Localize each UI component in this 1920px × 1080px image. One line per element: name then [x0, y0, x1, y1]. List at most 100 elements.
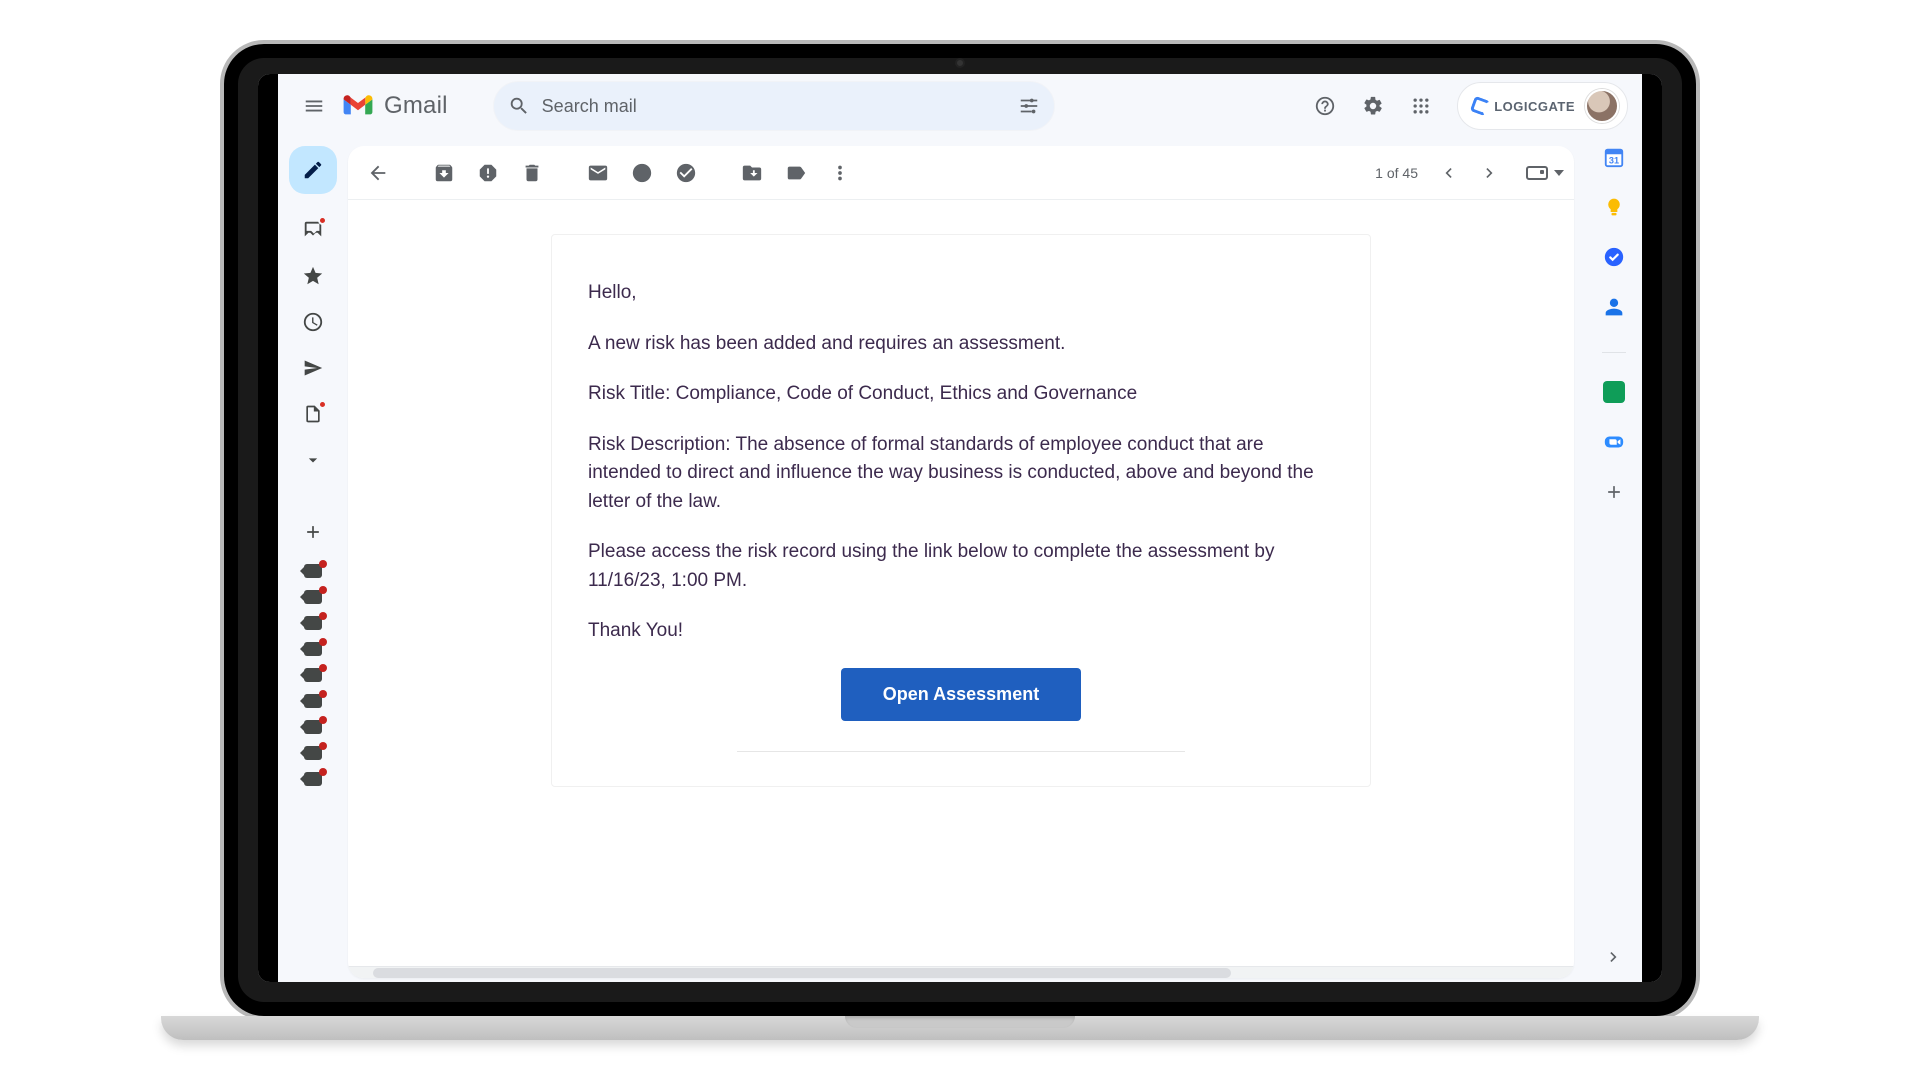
brand-chip-label: LOGICGATE	[1494, 99, 1575, 114]
main-column: 1 of 45	[348, 138, 1586, 982]
nav-label-item[interactable]	[293, 714, 333, 740]
open-assessment-button[interactable]: Open Assessment	[841, 668, 1081, 721]
nav-label-item[interactable]	[293, 688, 333, 714]
gmail-header: Gmail	[278, 74, 1642, 138]
email-body-card: Hello, A new risk has been added and req…	[551, 234, 1371, 787]
gmail-wordmark: Gmail	[384, 92, 448, 120]
unread-dot-icon	[319, 716, 327, 724]
settings-button[interactable]	[1351, 84, 1395, 128]
search-bar[interactable]	[494, 82, 1054, 130]
gmail-logo[interactable]: Gmail	[342, 92, 448, 120]
email-greeting: Hello,	[588, 279, 1334, 308]
side-calendar[interactable]: 31	[1603, 146, 1625, 168]
nav-label-item[interactable]	[293, 740, 333, 766]
email-risk-description: Risk Description: The absence of formal …	[588, 431, 1334, 517]
side-get-addons[interactable]	[1603, 481, 1625, 503]
unread-dot-icon	[318, 216, 327, 225]
apps-grid-icon	[1411, 96, 1431, 116]
nav-snoozed[interactable]	[293, 302, 333, 342]
back-button[interactable]	[358, 153, 398, 193]
side-collapse-button[interactable]	[1603, 946, 1625, 968]
delete-button[interactable]	[512, 153, 552, 193]
arrow-back-icon	[367, 162, 389, 184]
side-addon-1[interactable]	[1603, 381, 1625, 403]
plus-icon	[1604, 482, 1624, 502]
chevron-down-icon	[303, 450, 323, 470]
more-vert-icon	[829, 162, 851, 184]
nav-more-toggle[interactable]	[293, 440, 333, 480]
plus-icon	[303, 522, 323, 542]
camera-dot	[955, 58, 965, 68]
chevron-left-icon	[1438, 163, 1458, 183]
side-panel: 31	[1586, 138, 1642, 982]
trash-icon	[521, 162, 543, 184]
clock-icon	[302, 311, 324, 333]
hamburger-icon	[303, 95, 325, 117]
archive-button[interactable]	[424, 153, 464, 193]
pencil-icon	[302, 159, 324, 181]
nav-starred[interactable]	[293, 256, 333, 296]
main-menu-button[interactable]	[292, 84, 336, 128]
label-icon	[785, 162, 807, 184]
side-divider	[1602, 352, 1626, 353]
unread-dot-icon	[319, 560, 327, 568]
labels-button[interactable]	[776, 153, 816, 193]
support-button[interactable]	[1303, 84, 1347, 128]
calendar-icon: 31	[1603, 146, 1625, 168]
mark-unread-button[interactable]	[578, 153, 618, 193]
clock-icon	[631, 162, 653, 184]
labels-section	[293, 558, 333, 792]
archive-icon	[433, 162, 455, 184]
report-spam-button[interactable]	[468, 153, 508, 193]
nav-sent[interactable]	[293, 348, 333, 388]
input-tools-button[interactable]	[1526, 166, 1564, 180]
search-input[interactable]	[542, 96, 1006, 117]
side-tasks[interactable]	[1603, 246, 1625, 268]
tasks-icon	[1603, 246, 1625, 268]
unread-dot-icon	[319, 768, 327, 776]
unread-dot-icon	[319, 690, 327, 698]
nav-label-item[interactable]	[293, 636, 333, 662]
pager-prev-button[interactable]	[1428, 153, 1468, 193]
nav-label-item[interactable]	[293, 610, 333, 636]
search-options-icon[interactable]	[1018, 95, 1040, 117]
workspace-brand-chip[interactable]: LOGICGATE	[1457, 82, 1628, 130]
thread-pager: 1 of 45	[1367, 153, 1510, 193]
side-keep[interactable]	[1603, 196, 1625, 218]
horizontal-scrollbar[interactable]	[348, 966, 1574, 978]
message-toolbar: 1 of 45	[348, 146, 1574, 200]
pager-next-button[interactable]	[1470, 153, 1510, 193]
search-icon	[508, 95, 530, 117]
nav-label-item[interactable]	[293, 662, 333, 688]
side-contacts[interactable]	[1603, 296, 1625, 318]
email-risk-title: Risk Title: Compliance, Code of Conduct,…	[588, 380, 1334, 409]
unread-dot-icon	[319, 664, 327, 672]
unread-dot-icon	[319, 586, 327, 594]
email-thank-you: Thank You!	[588, 617, 1334, 646]
message-scroll-region[interactable]: Hello, A new risk has been added and req…	[348, 200, 1574, 966]
add-to-tasks-button[interactable]	[666, 153, 706, 193]
google-apps-button[interactable]	[1399, 84, 1443, 128]
account-avatar[interactable]	[1585, 89, 1619, 123]
snooze-button[interactable]	[622, 153, 662, 193]
nav-label-item[interactable]	[293, 558, 333, 584]
nav-drafts[interactable]	[293, 394, 333, 434]
scrollbar-thumb[interactable]	[373, 968, 1231, 978]
mail-unread-icon	[587, 162, 609, 184]
nav-label-item[interactable]	[293, 584, 333, 610]
left-navigation-rail	[278, 138, 348, 982]
gmail-viewport: Gmail	[258, 74, 1662, 982]
compose-button[interactable]	[289, 146, 337, 194]
keyboard-icon	[1526, 166, 1548, 180]
nav-inbox[interactable]	[293, 210, 333, 250]
chevron-right-icon	[1604, 947, 1624, 967]
side-addon-zoom[interactable]	[1603, 431, 1625, 453]
more-actions-button[interactable]	[820, 153, 860, 193]
move-to-button[interactable]	[732, 153, 772, 193]
unread-dot-icon	[319, 638, 327, 646]
svg-text:31: 31	[1609, 155, 1619, 165]
new-label-button[interactable]	[293, 512, 333, 552]
nav-label-item[interactable]	[293, 766, 333, 792]
task-check-icon	[675, 162, 697, 184]
star-icon	[302, 265, 324, 287]
